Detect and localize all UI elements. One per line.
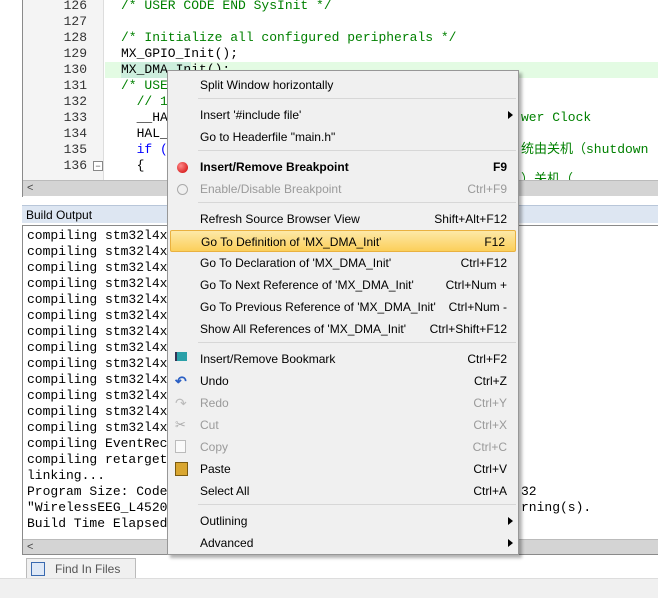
submenu-arrow-icon: [508, 111, 513, 119]
line-number: 134: [63, 126, 87, 141]
paste-clipboard-icon: [175, 462, 188, 476]
line-number: 131: [63, 78, 87, 93]
menu-item-show-all-references[interactable]: Show All References of 'MX_DMA_Init' Ctrl…: [169, 318, 517, 340]
code-line[interactable]: /* USE: [121, 78, 168, 94]
line-number: 133: [63, 110, 87, 125]
menu-item-redo[interactable]: ↷ Redo Ctrl+Y: [169, 392, 517, 414]
menu-item-go-to-definition[interactable]: Go To Definition of 'MX_DMA_Init' F12: [170, 230, 516, 252]
context-menu: Split Window horizontally Insert '#inclu…: [167, 70, 519, 555]
menu-item-enable-disable-breakpoint[interactable]: Enable/Disable Breakpoint Ctrl+F9: [169, 178, 517, 200]
line-number: 135: [63, 142, 87, 157]
menu-item-refresh-source-browser[interactable]: Refresh Source Browser View Shift+Alt+F12: [169, 208, 517, 230]
menu-item-go-to-headerfile[interactable]: Go to Headerfile "main.h": [169, 126, 517, 148]
breakpoint-icon: [177, 162, 188, 173]
menu-item-select-all[interactable]: Select All Ctrl+A: [169, 480, 517, 502]
submenu-arrow-icon: [508, 517, 513, 525]
menu-item-previous-reference[interactable]: Go To Previous Reference of 'MX_DMA_Init…: [169, 296, 517, 318]
menu-item-insert-include[interactable]: Insert '#include file': [169, 104, 517, 126]
status-bar: [0, 578, 658, 598]
line-number: 128: [63, 30, 87, 45]
code-fragment: 统由关机（shutdown: [521, 142, 649, 157]
tab-find-in-files[interactable]: Find In Files: [26, 558, 136, 579]
menu-item-undo[interactable]: ↶ Undo Ctrl+Z: [169, 370, 517, 392]
output-line: compiling stm32l4x: [27, 356, 168, 371]
menu-item-copy[interactable]: Copy Ctrl+C: [169, 436, 517, 458]
output-line: compiling stm32l4x: [27, 276, 168, 291]
output-line: linking...: [27, 468, 106, 483]
code-line[interactable]: /* USER CODE END SysInit */: [121, 0, 332, 14]
scissors-icon: ✂: [175, 417, 186, 432]
menu-separator: [198, 342, 516, 343]
menu-separator: [198, 98, 516, 99]
output-line: "WirelessEEG_L4520: [27, 500, 168, 515]
output-line: compiling stm32l4x: [27, 420, 168, 435]
output-fragment: 32: [521, 484, 537, 499]
menu-item-go-to-declaration[interactable]: Go To Declaration of 'MX_DMA_Init' Ctrl+F…: [169, 252, 517, 274]
scroll-left-icon[interactable]: <: [27, 540, 33, 554]
redo-icon: ↷: [175, 395, 187, 411]
menu-item-advanced[interactable]: Advanced: [169, 532, 517, 554]
code-line[interactable]: {: [121, 158, 145, 174]
line-number: 126: [63, 0, 87, 13]
code-line[interactable]: __HA: [121, 110, 168, 126]
output-line: compiling retarget: [27, 452, 168, 467]
output-fragment: rning(s).: [521, 500, 592, 515]
line-number: 130: [63, 62, 87, 77]
output-line: compiling stm32l4x: [27, 292, 168, 307]
output-line: compiling stm32l4x: [27, 372, 168, 387]
output-line: compiling stm32l4x: [27, 388, 168, 403]
code-line[interactable]: // 1: [121, 94, 168, 110]
tab-label: Find In Files: [55, 562, 121, 576]
menu-separator: [198, 202, 516, 203]
scroll-left-icon[interactable]: <: [27, 181, 33, 196]
code-line[interactable]: MX_GPIO_Init();: [121, 46, 238, 62]
menu-separator: [198, 504, 516, 505]
code-line[interactable]: /* Initialize all configured peripherals…: [121, 30, 456, 46]
output-line: Build Time Elapsed: [27, 516, 168, 531]
output-line: compiling stm32l4x: [27, 260, 168, 275]
bookmark-flag-icon: [175, 352, 187, 361]
submenu-arrow-icon: [508, 539, 513, 547]
output-line: compiling stm32l4x: [27, 404, 168, 419]
fold-toggle-icon[interactable]: −: [93, 161, 103, 171]
menu-item-paste[interactable]: Paste Ctrl+V: [169, 458, 517, 480]
line-number: 129: [63, 46, 87, 61]
menu-separator: [198, 150, 516, 151]
menu-item-bookmark[interactable]: Insert/Remove Bookmark Ctrl+F2: [169, 348, 517, 370]
menu-item-next-reference[interactable]: Go To Next Reference of 'MX_DMA_Init' Ctr…: [169, 274, 517, 296]
menu-item-insert-remove-breakpoint[interactable]: Insert/Remove Breakpoint F9: [169, 156, 517, 178]
code-line[interactable]: HAL_: [121, 126, 168, 142]
line-number: 136: [63, 158, 87, 173]
line-number: 127: [63, 14, 87, 29]
output-line: Program Size: Code: [27, 484, 168, 499]
code-fragment: wer Clock: [521, 110, 592, 125]
code-line[interactable]: if (: [121, 142, 168, 158]
menu-item-outlining[interactable]: Outlining: [169, 510, 517, 532]
output-line: compiling stm32l4x: [27, 244, 168, 259]
output-line: compiling stm32l4x: [27, 308, 168, 323]
output-line: compiling stm32l4x: [27, 228, 168, 243]
undo-icon: ↶: [175, 373, 187, 389]
line-number: 132: [63, 94, 87, 109]
breakpoint-disabled-icon: [177, 184, 188, 195]
output-line: compiling stm32l4x: [27, 340, 168, 355]
menu-item-split-window[interactable]: Split Window horizontally: [169, 74, 517, 96]
output-line: compiling stm32l4x: [27, 324, 168, 339]
copy-icon: [175, 440, 186, 453]
menu-item-cut[interactable]: ✂ Cut Ctrl+X: [169, 414, 517, 436]
output-line: compiling EventRec: [27, 436, 168, 451]
find-in-files-icon: [31, 562, 45, 576]
